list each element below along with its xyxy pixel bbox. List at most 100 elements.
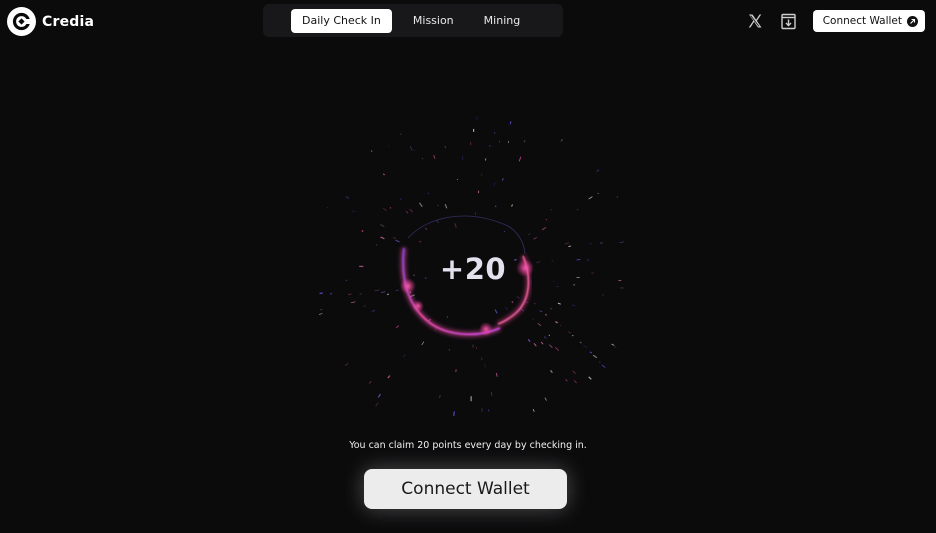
particle	[371, 309, 376, 312]
particle	[383, 208, 387, 211]
particle	[557, 302, 561, 305]
docs-download-icon[interactable]	[778, 10, 800, 32]
particle	[518, 156, 522, 162]
particle	[368, 380, 372, 384]
particle	[516, 296, 520, 299]
particle	[565, 379, 568, 382]
particle	[424, 227, 428, 231]
particle	[523, 140, 526, 143]
particle	[421, 157, 424, 160]
particle	[395, 289, 399, 291]
particle	[597, 192, 599, 195]
particle	[532, 318, 535, 320]
credia-logo-icon	[7, 7, 36, 36]
particle	[493, 182, 495, 187]
particle	[377, 393, 381, 398]
particle	[527, 233, 531, 236]
particle	[619, 241, 624, 244]
particle	[539, 310, 543, 313]
particle	[589, 351, 592, 354]
particle	[381, 291, 386, 294]
main-nav-tabs: Daily Check In Mission Mining	[263, 4, 563, 37]
particle	[446, 316, 449, 318]
particle	[548, 334, 551, 336]
particle	[616, 196, 619, 198]
particle	[572, 334, 574, 337]
particle	[433, 154, 436, 159]
particle	[537, 322, 542, 327]
particle	[576, 208, 579, 211]
tab-mission[interactable]: Mission	[402, 9, 465, 33]
particle	[541, 227, 547, 231]
particle	[548, 344, 553, 349]
particle	[402, 353, 406, 358]
particle	[405, 210, 409, 214]
particle	[527, 338, 531, 343]
particle	[444, 145, 446, 149]
particle	[444, 203, 448, 209]
particle	[568, 331, 571, 334]
tab-mining[interactable]: Mining	[473, 9, 532, 33]
particle	[509, 121, 512, 125]
particle	[543, 336, 547, 339]
particle	[504, 306, 509, 311]
particle	[533, 302, 536, 305]
particle	[596, 169, 600, 172]
particle	[511, 300, 514, 303]
particle	[418, 240, 422, 243]
particle	[326, 206, 329, 209]
particle	[507, 140, 509, 144]
brand-logo[interactable]: Credia	[7, 7, 94, 36]
particle	[560, 138, 563, 142]
particle	[503, 230, 506, 233]
particle	[421, 341, 425, 346]
particle	[555, 321, 559, 324]
brand-name: Credia	[42, 13, 95, 30]
particle	[437, 204, 439, 207]
particle	[614, 346, 617, 349]
particle	[352, 210, 356, 213]
particle	[418, 202, 423, 208]
particle	[496, 372, 498, 377]
particle	[386, 293, 389, 296]
particle	[568, 245, 572, 248]
particle	[345, 195, 350, 200]
particle	[601, 364, 606, 368]
particle	[550, 369, 553, 374]
particle	[370, 150, 373, 152]
particle	[484, 363, 486, 368]
particle	[347, 293, 352, 296]
header-connect-wallet-label: Connect Wallet	[822, 15, 902, 27]
particle	[439, 394, 441, 399]
particle	[533, 343, 537, 347]
particle	[583, 344, 588, 349]
particle	[453, 411, 455, 416]
particle	[361, 230, 364, 232]
particle	[494, 309, 498, 314]
particle	[409, 146, 413, 151]
particle	[400, 133, 402, 136]
particle	[598, 361, 601, 364]
header-actions: Connect Wallet	[744, 10, 925, 32]
particle	[592, 354, 598, 359]
tab-daily-check-in[interactable]: Daily Check In	[291, 8, 392, 33]
connect-wallet-button[interactable]: Connect Wallet	[364, 469, 567, 509]
particle	[395, 239, 400, 243]
header-connect-wallet-button[interactable]: Connect Wallet	[812, 10, 925, 32]
particle	[392, 236, 397, 240]
particle	[533, 237, 537, 240]
particle	[389, 207, 392, 209]
particle	[363, 305, 366, 307]
particle	[579, 341, 582, 344]
particle	[545, 218, 548, 221]
particle	[540, 341, 544, 345]
particle	[319, 292, 323, 295]
x-twitter-icon[interactable]	[744, 10, 766, 32]
particle	[359, 293, 363, 295]
particle	[427, 192, 430, 195]
particle	[344, 362, 349, 367]
particle	[409, 208, 413, 213]
arrow-up-right-icon	[907, 15, 918, 27]
particle	[550, 208, 553, 211]
particle	[395, 325, 400, 328]
